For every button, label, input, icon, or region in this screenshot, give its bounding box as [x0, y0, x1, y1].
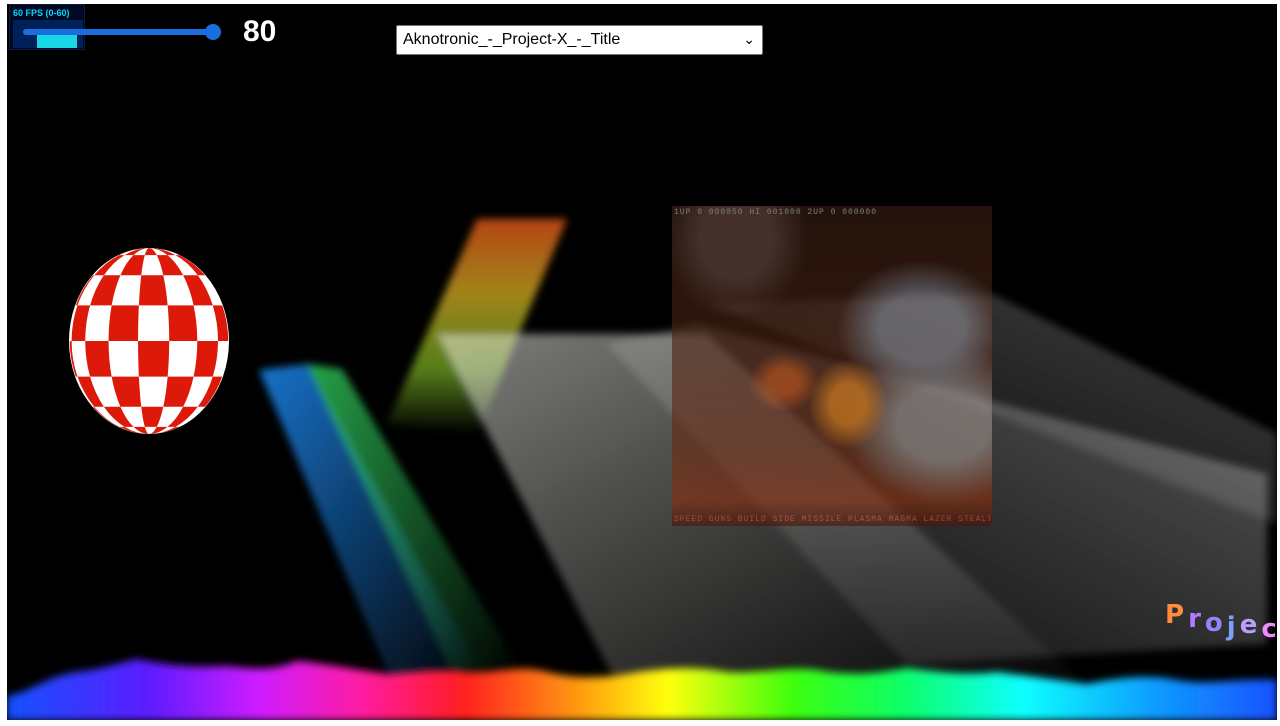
- tune-select-value: Aknotronic_-_Project-X_-_Title: [403, 31, 621, 48]
- tune-select[interactable]: Aknotronic_-_Project-X_-_Title ⌄: [396, 25, 763, 55]
- fps-label: 60 FPS (0-60): [13, 8, 70, 18]
- speed-slider-thumb[interactable]: [205, 24, 221, 40]
- chevron-down-icon: ⌄: [743, 31, 755, 47]
- demo-stage: 1UP 0 000050 HI 001000 2UP 0 000000 SPEE…: [7, 4, 1277, 720]
- scroll-letter: P: [1165, 600, 1185, 630]
- ball-check-tile: [138, 341, 170, 377]
- game-hud-bottom: SPEED GUNS BUILD SIDE MISSILE PLASMA MAG…: [674, 515, 990, 524]
- game-screenshot-overlay: 1UP 0 000050 HI 001000 2UP 0 000000 SPEE…: [672, 206, 992, 526]
- speed-slider-track[interactable]: [23, 29, 221, 35]
- ball-check-tile: [108, 305, 139, 341]
- scroll-text: Projec: [1165, 600, 1277, 644]
- checkered-ball: [69, 248, 229, 434]
- ball-check-tile: [85, 341, 112, 377]
- scroll-letter: j: [1226, 612, 1236, 642]
- ball-check-tile: [167, 305, 198, 341]
- scroll-letter: e: [1239, 610, 1258, 640]
- speed-value: 80: [243, 15, 277, 48]
- game-hud-top: 1UP 0 000050 HI 001000 2UP 0 000000: [674, 208, 878, 217]
- scroll-letter: c: [1261, 614, 1277, 644]
- scroll-letter: r: [1188, 604, 1201, 634]
- speed-slider[interactable]: [23, 23, 221, 41]
- scroll-letter: o: [1204, 608, 1223, 638]
- ball-check-tile: [138, 275, 168, 306]
- demo-effects-canvas: [7, 219, 1277, 720]
